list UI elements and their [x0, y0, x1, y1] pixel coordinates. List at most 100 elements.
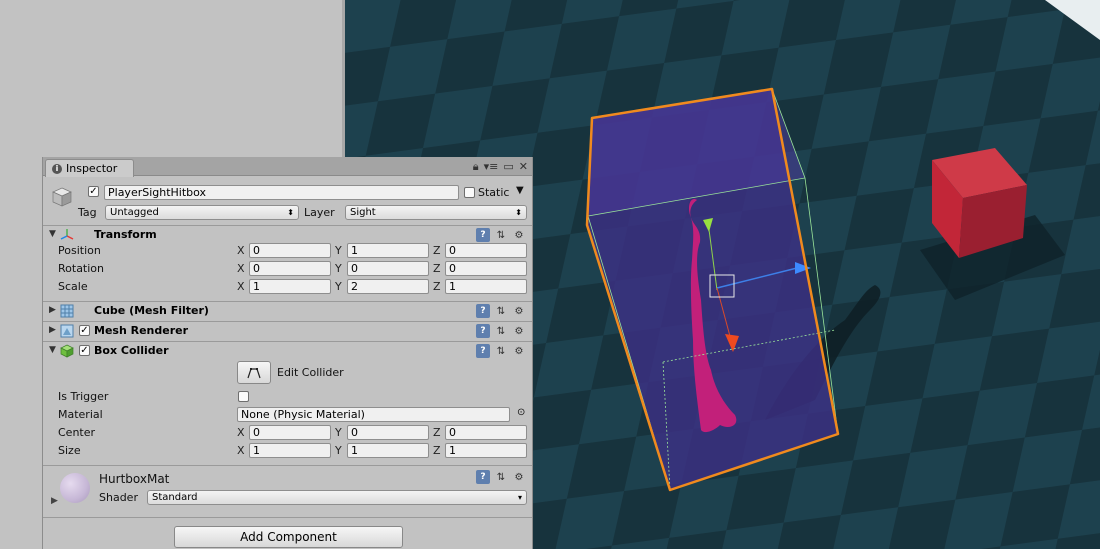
size-z-field[interactable]: 1: [445, 443, 527, 458]
scale-y-field[interactable]: 2: [347, 279, 429, 294]
layer-label: Layer: [304, 206, 335, 219]
settings-gear-icon[interactable]: ⚙: [512, 304, 526, 318]
preset-icon[interactable]: ⇅: [494, 228, 508, 242]
foldout-open-icon[interactable]: ▼: [49, 229, 56, 239]
transform-icon: [60, 229, 74, 240]
mesh-renderer-title: Mesh Renderer: [94, 324, 189, 337]
menu-icon[interactable]: ▾≡: [484, 160, 499, 174]
scale-x-label: X: [237, 280, 245, 293]
tab-label: Inspector: [66, 162, 118, 175]
static-dropdown-icon[interactable]: ▼: [516, 185, 524, 196]
position-x-field[interactable]: 0: [249, 243, 331, 258]
position-z-field[interactable]: 0: [445, 243, 527, 258]
material-header-icons: ? ⇅ ⚙: [476, 470, 526, 484]
close-icon[interactable]: ✕: [519, 160, 528, 174]
settings-gear-icon[interactable]: ⚙: [512, 344, 526, 358]
static-checkbox[interactable]: [464, 187, 475, 198]
size-x-label: X: [237, 444, 245, 457]
mesh-renderer-header[interactable]: ▶ ✓ Mesh Renderer ? ⇅ ⚙: [43, 321, 532, 340]
preset-icon[interactable]: ⇅: [494, 324, 508, 338]
shader-dropdown[interactable]: Standard ▾: [147, 490, 527, 505]
preset-icon[interactable]: ⇅: [494, 304, 508, 318]
rotation-x-field[interactable]: 0: [249, 261, 331, 276]
object-picker-icon[interactable]: ⊙: [517, 407, 525, 418]
mesh-renderer-header-icons: ? ⇅ ⚙: [476, 324, 526, 338]
center-z-label: Z: [433, 426, 441, 439]
help-book-icon[interactable]: ?: [476, 344, 490, 358]
scale-z-label: Z: [433, 280, 441, 293]
size-y-field[interactable]: 1: [347, 443, 429, 458]
help-book-icon[interactable]: ?: [476, 324, 490, 338]
center-z-field[interactable]: 0: [445, 425, 527, 440]
mesh-filter-header[interactable]: ▶ Cube (Mesh Filter) ? ⇅ ⚙: [43, 301, 532, 320]
size-label: Size: [58, 444, 81, 457]
scale-y-label: Y: [335, 280, 342, 293]
scale-z-field[interactable]: 1: [445, 279, 527, 294]
box-collider-header-icons: ? ⇅ ⚙: [476, 344, 526, 358]
center-label: Center: [58, 426, 96, 439]
box-collider-enabled-checkbox[interactable]: ✓: [79, 345, 90, 356]
material-preview-swatch: [60, 473, 90, 503]
edit-collider-button[interactable]: [237, 361, 271, 384]
foldout-open-icon[interactable]: ▼: [49, 345, 56, 355]
rotation-z-label: Z: [433, 262, 441, 275]
gameobject-header: ✓ PlayerSightHitbox Static ▼ Tag Untagge…: [43, 183, 532, 225]
shader-value: Standard: [152, 492, 198, 503]
rotation-label: Rotation: [58, 262, 105, 275]
tag-dropdown[interactable]: Untagged ⬍: [105, 205, 299, 220]
rotation-y-field[interactable]: 0: [347, 261, 429, 276]
settings-gear-icon[interactable]: ⚙: [512, 470, 526, 484]
center-y-field[interactable]: 0: [347, 425, 429, 440]
preset-icon[interactable]: ⇅: [494, 344, 508, 358]
box-collider-header[interactable]: ▼ ✓ Box Collider ? ⇅ ⚙: [43, 341, 532, 360]
help-book-icon[interactable]: ?: [476, 304, 490, 318]
settings-gear-icon[interactable]: ⚙: [512, 228, 526, 242]
add-component-button[interactable]: Add Component: [174, 526, 403, 548]
position-x-label: X: [237, 244, 245, 257]
gameobject-cube-icon: [52, 187, 72, 207]
physic-material-field[interactable]: None (Physic Material): [237, 407, 510, 422]
mesh-renderer-enabled-checkbox[interactable]: ✓: [79, 325, 90, 336]
foldout-closed-icon[interactable]: ▶: [49, 305, 56, 315]
is-trigger-checkbox[interactable]: [238, 391, 249, 402]
position-z-label: Z: [433, 244, 441, 257]
center-y-label: Y: [335, 426, 342, 439]
dropdown-arrow-icon: ⬍: [287, 208, 294, 217]
transform-header-icons: ? ⇅ ⚙: [476, 228, 526, 242]
preset-icon[interactable]: ⇅: [494, 470, 508, 484]
mesh-filter-icon: [60, 304, 74, 318]
transform-header[interactable]: ▼ Transform ? ⇅ ⚙: [43, 225, 532, 244]
material-section: ▶ HurtboxMat Shader Standard ▾ ? ⇅ ⚙: [43, 465, 532, 515]
foldout-closed-icon[interactable]: ▶: [51, 496, 58, 506]
center-x-field[interactable]: 0: [249, 425, 331, 440]
rotation-z-field[interactable]: 0: [445, 261, 527, 276]
dropdown-arrow-icon: ⬍: [515, 208, 522, 217]
shader-label: Shader: [99, 491, 138, 504]
info-icon: i: [52, 163, 62, 174]
box-collider-title: Box Collider: [94, 344, 169, 357]
maximize-icon[interactable]: ▭: [503, 160, 513, 174]
help-book-icon[interactable]: ?: [476, 228, 490, 242]
layer-dropdown[interactable]: Sight ⬍: [345, 205, 527, 220]
is-trigger-label: Is Trigger: [58, 390, 109, 403]
tab-inspector[interactable]: i Inspector: [45, 159, 134, 177]
inspector-tabbar: i Inspector 🔒︎ ▾≡ ▭ ✕: [43, 157, 532, 177]
help-book-icon[interactable]: ?: [476, 470, 490, 484]
position-y-field[interactable]: 1: [347, 243, 429, 258]
foldout-closed-icon[interactable]: ▶: [49, 325, 56, 335]
size-x-field[interactable]: 1: [249, 443, 331, 458]
scale-x-field[interactable]: 1: [249, 279, 331, 294]
mesh-renderer-icon: [60, 324, 74, 338]
tab-controls: 🔒︎ ▾≡ ▭ ✕: [473, 160, 528, 174]
settings-gear-icon[interactable]: ⚙: [512, 324, 526, 338]
material-name: HurtboxMat: [99, 472, 170, 486]
scale-label: Scale: [58, 280, 88, 293]
tag-value: Untagged: [110, 207, 159, 218]
section-divider: [43, 517, 532, 518]
rotation-y-label: Y: [335, 262, 342, 275]
dropdown-arrow-icon: ▾: [517, 493, 522, 502]
active-checkbox[interactable]: ✓: [88, 186, 99, 197]
size-z-label: Z: [433, 444, 441, 457]
object-name-field[interactable]: PlayerSightHitbox: [104, 185, 459, 200]
lock-icon[interactable]: 🔒︎: [473, 160, 479, 174]
